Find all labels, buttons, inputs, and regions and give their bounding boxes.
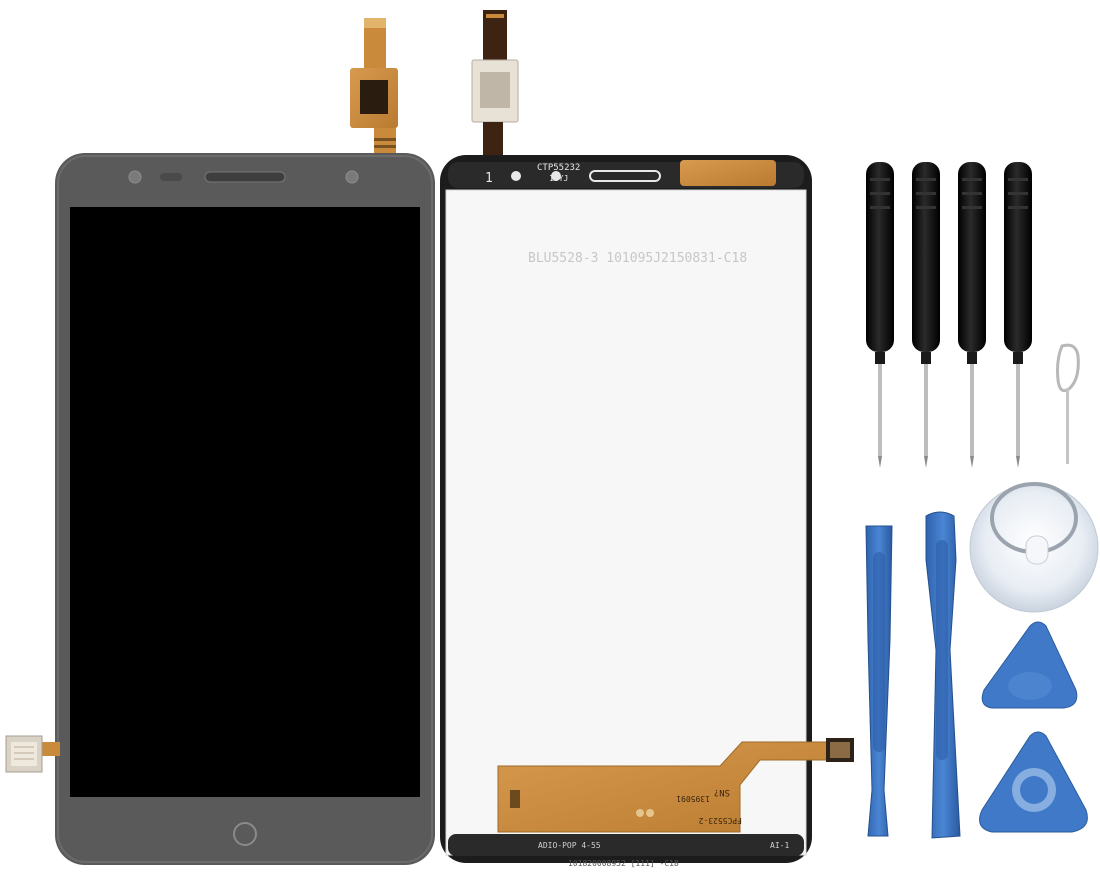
pry-tool-1 [865,525,893,837]
screwdriver-1 [866,162,894,468]
back-lcd-assembly: 1 CTP55232 15YJ BLU5528-3 101095J2150831… [440,10,854,868]
faded-print-label: BLU5528-3 101095J2150831-C18 [528,251,747,266]
product-scene: 1 CTP55232 15YJ BLU5528-3 101095J2150831… [5,10,1099,868]
bottom-small-label: AI-1 [770,841,789,850]
earpiece-slot [204,171,286,183]
sim-eject-pin [1056,343,1080,464]
screwdriver-2 [912,162,940,468]
bottom-code-label: ADIO-POP 4-55 [538,841,601,850]
back-top-fpc [680,160,776,186]
screwdriver-4 [1004,162,1032,468]
suction-cup [969,482,1099,613]
front-side-connector [5,735,60,773]
triangle-pick-1 [981,621,1078,709]
top-code-label: CTP55232 [537,163,580,173]
pry-tool-2 [925,511,961,839]
front-camera [128,170,142,184]
fpc-label-3: FPC5523-2 [698,816,742,825]
top-code-sub-label: 15YJ [549,174,568,183]
triangle-pick-2 [979,731,1088,833]
screwdriver-set [866,162,1032,468]
front-lcd-assembly [5,18,435,865]
screwdriver-3 [958,162,986,468]
light-sensor [345,170,359,184]
product-photo: 1 CTP55232 15YJ BLU5528-3 101095J2150831… [0,0,1100,876]
front-screen [70,207,420,797]
pin-one-label: 1 [485,171,493,186]
bottom-serial-label: 101820008952 [111] -C18 [568,859,679,868]
fpc-label-2: 1395091 [676,794,710,803]
back-top-flex-cable [471,10,519,158]
front-top-flex-cable [350,18,398,156]
fpc-label-1: SN? [714,787,730,797]
